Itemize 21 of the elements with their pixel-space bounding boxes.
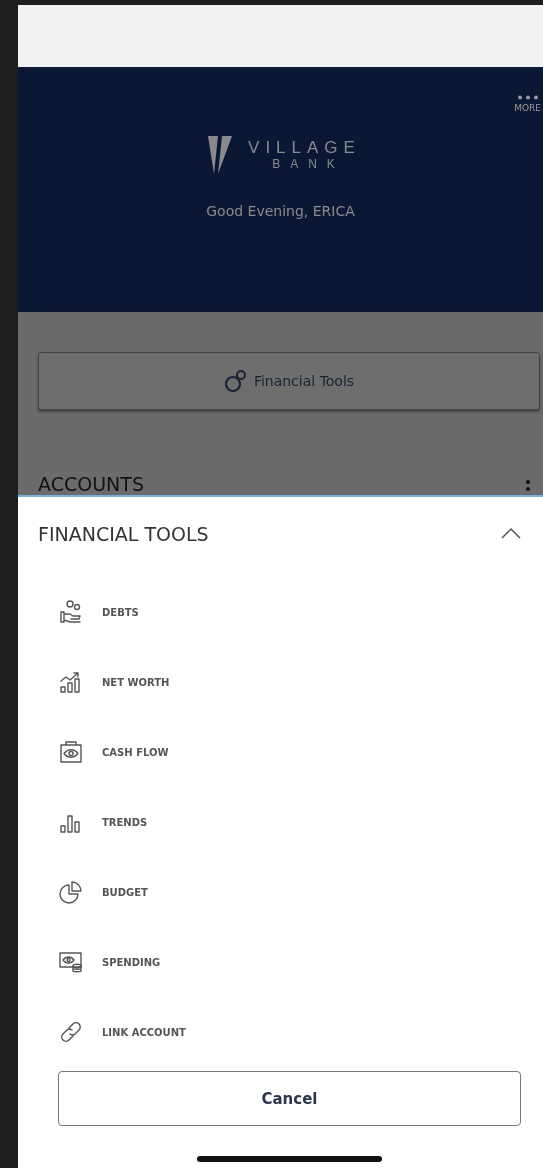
more-dots-icon bbox=[516, 95, 539, 100]
menu-item[interactable]: BUDGET bbox=[38, 857, 521, 927]
hand-coins-icon bbox=[58, 599, 84, 625]
menu-item[interactable]: NET WORTH bbox=[38, 647, 521, 717]
sheet-title: FINANCIAL TOOLS bbox=[38, 523, 209, 545]
coins-icon bbox=[223, 369, 248, 393]
menu-item[interactable]: TRENDS bbox=[38, 787, 521, 857]
money-coins-icon bbox=[58, 949, 84, 975]
accounts-heading: ACCOUNTS bbox=[38, 473, 144, 495]
logo-subtitle: BANK bbox=[272, 157, 345, 171]
menu-item[interactable]: SPENDING bbox=[38, 927, 521, 997]
menu-item[interactable]: LINK ACCOUNT bbox=[38, 997, 521, 1067]
greeting-text: Good Evening, ERICA bbox=[206, 203, 355, 219]
pie-chart-icon bbox=[58, 879, 84, 905]
cancel-button[interactable]: Cancel bbox=[58, 1071, 521, 1126]
more-button[interactable]: MORE bbox=[514, 95, 541, 113]
logo-wordmark: VILLAGE bbox=[248, 139, 361, 157]
link-icon bbox=[58, 1019, 84, 1045]
menu-item[interactable]: CASH FLOW bbox=[38, 717, 521, 787]
menu-item[interactable]: DEBTS bbox=[38, 577, 521, 647]
cash-icon bbox=[58, 739, 84, 765]
